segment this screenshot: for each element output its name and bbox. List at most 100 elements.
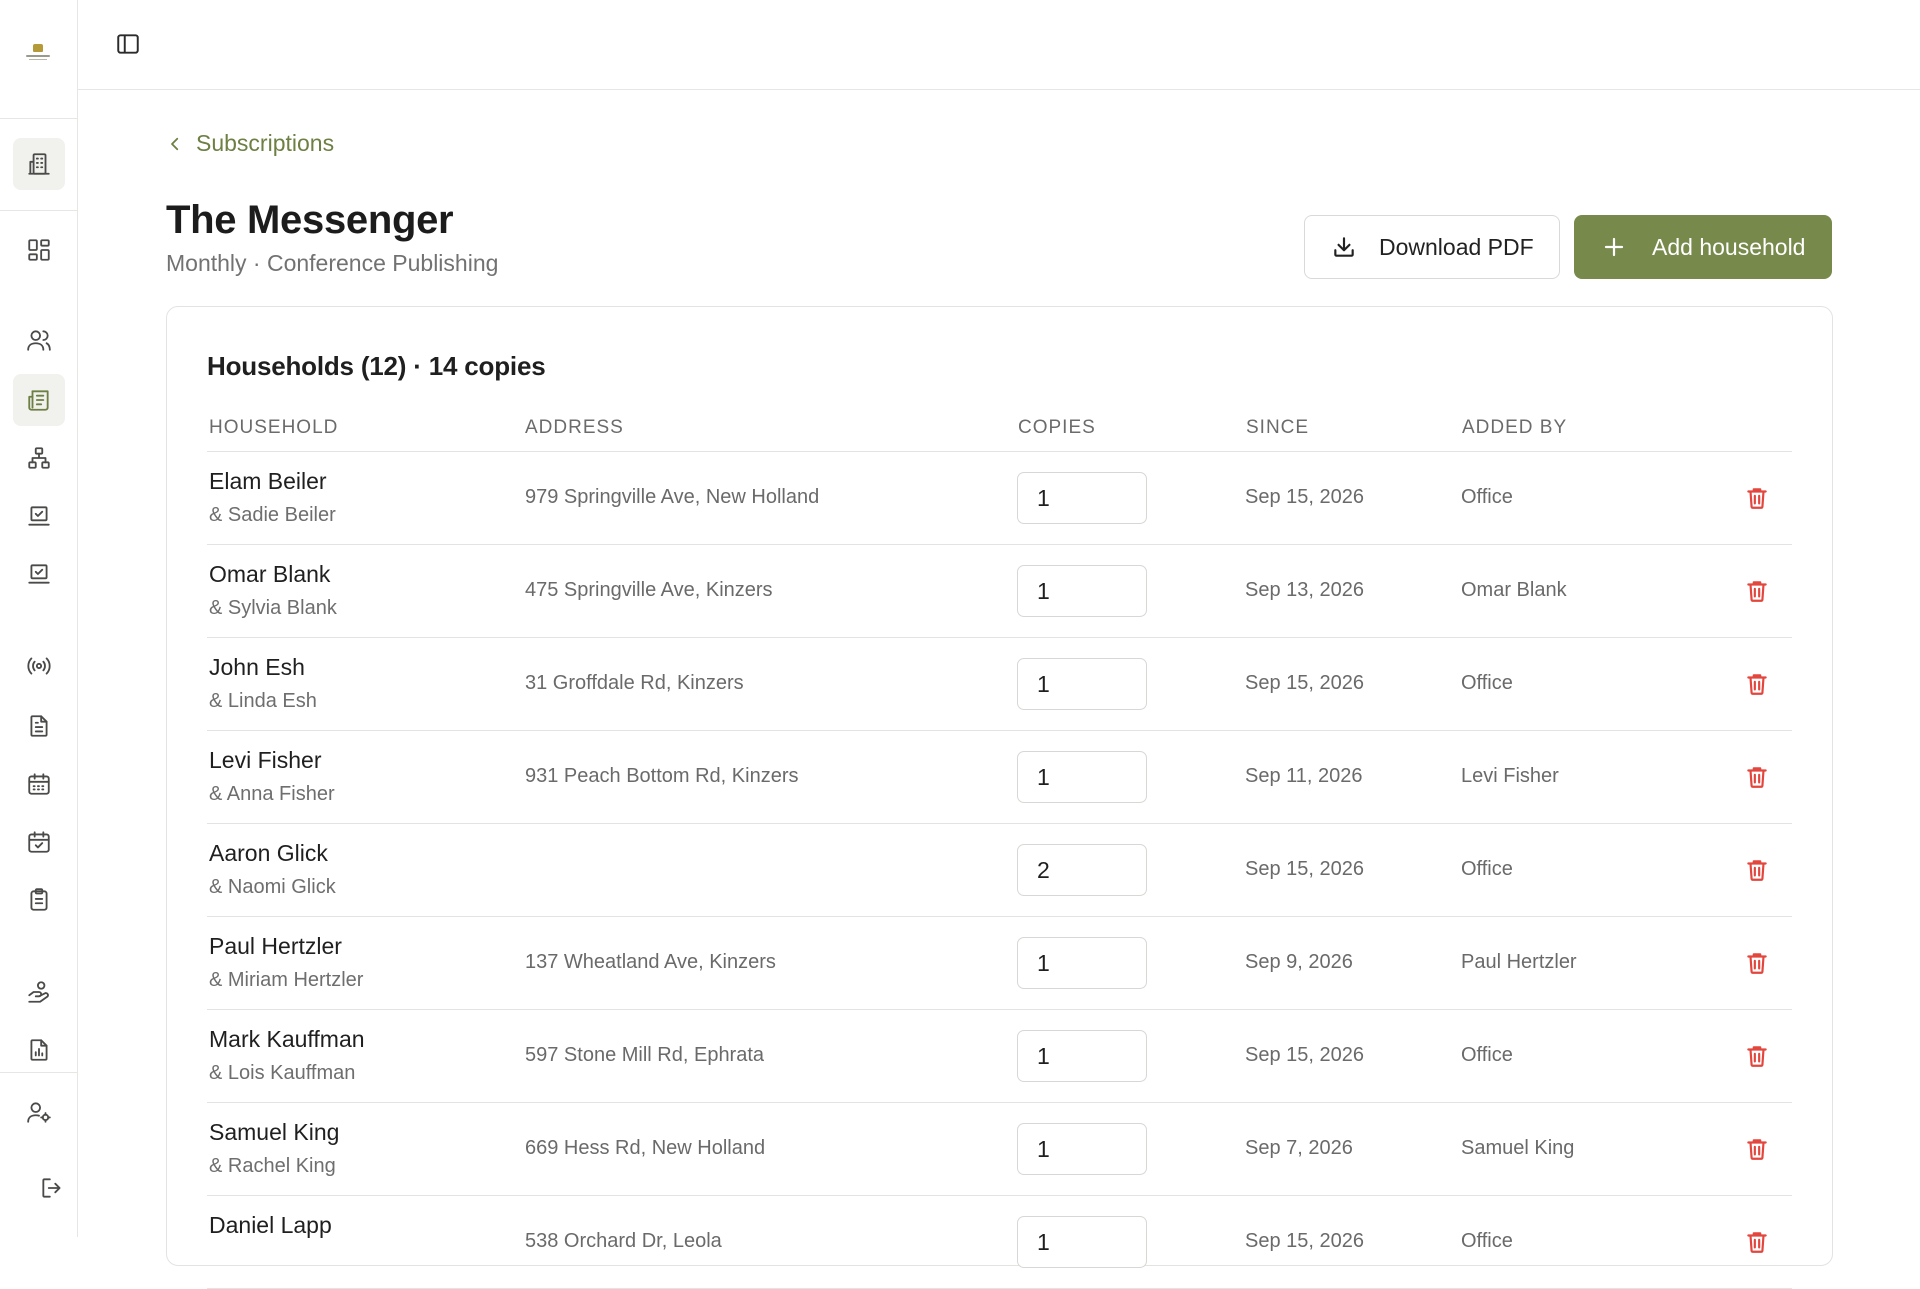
table-row: Paul Hertzler & Miriam Hertzler 137 Wheatl… [207,917,1792,1010]
sidebar-item-broadcast[interactable] [13,640,65,692]
sidebar-item-organization[interactable] [13,138,65,190]
household-name: Mark Kauffman [209,1026,365,1052]
app-logo [22,44,54,70]
added-by: Office [1461,486,1513,508]
chevron-left-icon [171,137,179,150]
add-household-label: Add household [1652,233,1806,260]
sidebar-item-calendar[interactable] [13,758,65,810]
added-by: Samuel King [1461,1137,1575,1159]
household-address: 475 Springville Ave, Kinzers [525,579,773,601]
sidebar-divider [0,1072,77,1073]
sidebar-item-account-settings[interactable] [13,1086,65,1138]
copies-input[interactable] [1017,565,1147,617]
delete-household-button[interactable] [1743,577,1771,605]
dashboard-icon [28,239,50,261]
household-name: Omar Blank [209,561,331,587]
laptop-check-icon [28,506,50,526]
sidebar-item-checkins[interactable] [13,548,65,600]
trash-icon [1747,1046,1767,1067]
household-spouse: & Linda Esh [209,690,317,712]
added-by: Office [1461,1044,1513,1066]
sidebar-item-dashboard[interactable] [13,224,65,276]
household-spouse: & Naomi Glick [209,876,336,898]
added-by: Office [1461,858,1513,880]
back-to-subscriptions-link[interactable]: Subscriptions [166,130,334,157]
users-icon [27,330,51,351]
household-address: 538 Orchard Dr, Leola [525,1230,722,1252]
sidebar-item-attendance[interactable] [13,490,65,542]
toggle-sidebar-button[interactable] [114,30,142,58]
table-row: Daniel Lapp 538 Orchard Dr, Leola Sep 15, … [207,1196,1792,1289]
added-by: Office [1461,672,1513,694]
copies-input[interactable] [1017,1123,1147,1175]
sidebar-item-tasks[interactable] [13,874,65,926]
table-row: Mark Kauffman & Lois Kauffman 597 Stone Mi… [207,1010,1792,1103]
subscribed-since: Sep 15, 2026 [1245,1044,1364,1066]
add-household-button[interactable]: Add household [1574,215,1832,279]
households-title: Households (12) · 14 copies [207,351,546,381]
delete-household-button[interactable] [1743,856,1771,884]
sidebar-item-logout[interactable] [26,1162,78,1214]
delete-household-button[interactable] [1743,484,1771,512]
subscribed-since: Sep 15, 2026 [1245,858,1364,880]
delete-household-button[interactable] [1743,1228,1771,1256]
page-subtitle: Monthly · Conference Publishing [166,250,499,276]
sidebar-divider [0,118,77,119]
sidebar-item-giving[interactable] [13,966,65,1018]
sidebar-item-subscriptions[interactable] [13,374,65,426]
calendar-check-icon [28,831,50,853]
delete-household-button[interactable] [1743,1135,1771,1163]
report-icon [30,1039,48,1061]
added-by: Levi Fisher [1461,765,1559,787]
delete-household-button[interactable] [1743,670,1771,698]
sidebar [0,0,78,1237]
household-address: 669 Hess Rd, New Holland [525,1137,766,1159]
hand-coins-icon [28,981,49,1003]
sidebar-item-members[interactable] [13,314,65,366]
trash-icon [1747,674,1767,695]
trash-icon [1747,1232,1767,1253]
column-header-household: HOUSEHOLD [209,417,339,438]
calendar-icon [28,773,50,795]
added-by: Omar Blank [1461,579,1567,601]
copies-input[interactable] [1017,1030,1147,1082]
subscribed-since: Sep 13, 2026 [1245,579,1364,601]
table-row: Samuel King & Rachel King 669 Hess Rd, New… [207,1103,1792,1196]
sidebar-item-reports[interactable] [13,1024,65,1076]
household-address: 979 Springville Ave, New Holland [525,486,820,508]
copies-input[interactable] [1017,751,1147,803]
user-settings-icon [27,1102,51,1123]
copies-input[interactable] [1017,472,1147,524]
download-pdf-label: Download PDF [1379,233,1534,260]
page-title: The Messenger [166,198,454,242]
trash-icon [1747,488,1767,509]
household-spouse: & Sadie Beiler [209,504,336,526]
copies-input[interactable] [1017,937,1147,989]
sidebar-item-documents[interactable] [13,700,65,752]
added-by: Office [1461,1230,1513,1252]
delete-household-button[interactable] [1743,763,1771,791]
download-icon [1334,237,1354,257]
copies-input[interactable] [1017,844,1147,896]
household-spouse: & Lois Kauffman [209,1062,356,1084]
clipboard-icon [30,888,48,911]
household-spouse: & Anna Fisher [209,783,335,805]
household-address: 31 Groffdale Rd, Kinzers [525,672,744,694]
copies-input[interactable] [1017,658,1147,710]
column-header-address: ADDRESS [525,417,624,438]
newspaper-icon [28,390,49,411]
download-pdf-button[interactable]: Download PDF [1304,215,1560,279]
household-name: Levi Fisher [209,747,322,773]
sidebar-item-structure[interactable] [13,432,65,484]
household-address: 931 Peach Bottom Rd, Kinzers [525,765,799,787]
copies-input[interactable] [1017,1216,1147,1268]
delete-household-button[interactable] [1743,949,1771,977]
households-card: Households (12) · 14 copies HOUSEHOLD AD… [166,306,1833,1289]
table-row: John Esh & Linda Esh 31 Groffdale Rd, Kinz… [207,638,1792,731]
household-name: Paul Hertzler [209,933,342,959]
building-icon [28,153,50,175]
trash-icon [1747,1139,1767,1160]
delete-household-button[interactable] [1743,1042,1771,1070]
sidebar-item-events[interactable] [13,816,65,868]
table-row: Aaron Glick & Naomi Glick Sep 15, 2026 Offi… [207,824,1792,917]
